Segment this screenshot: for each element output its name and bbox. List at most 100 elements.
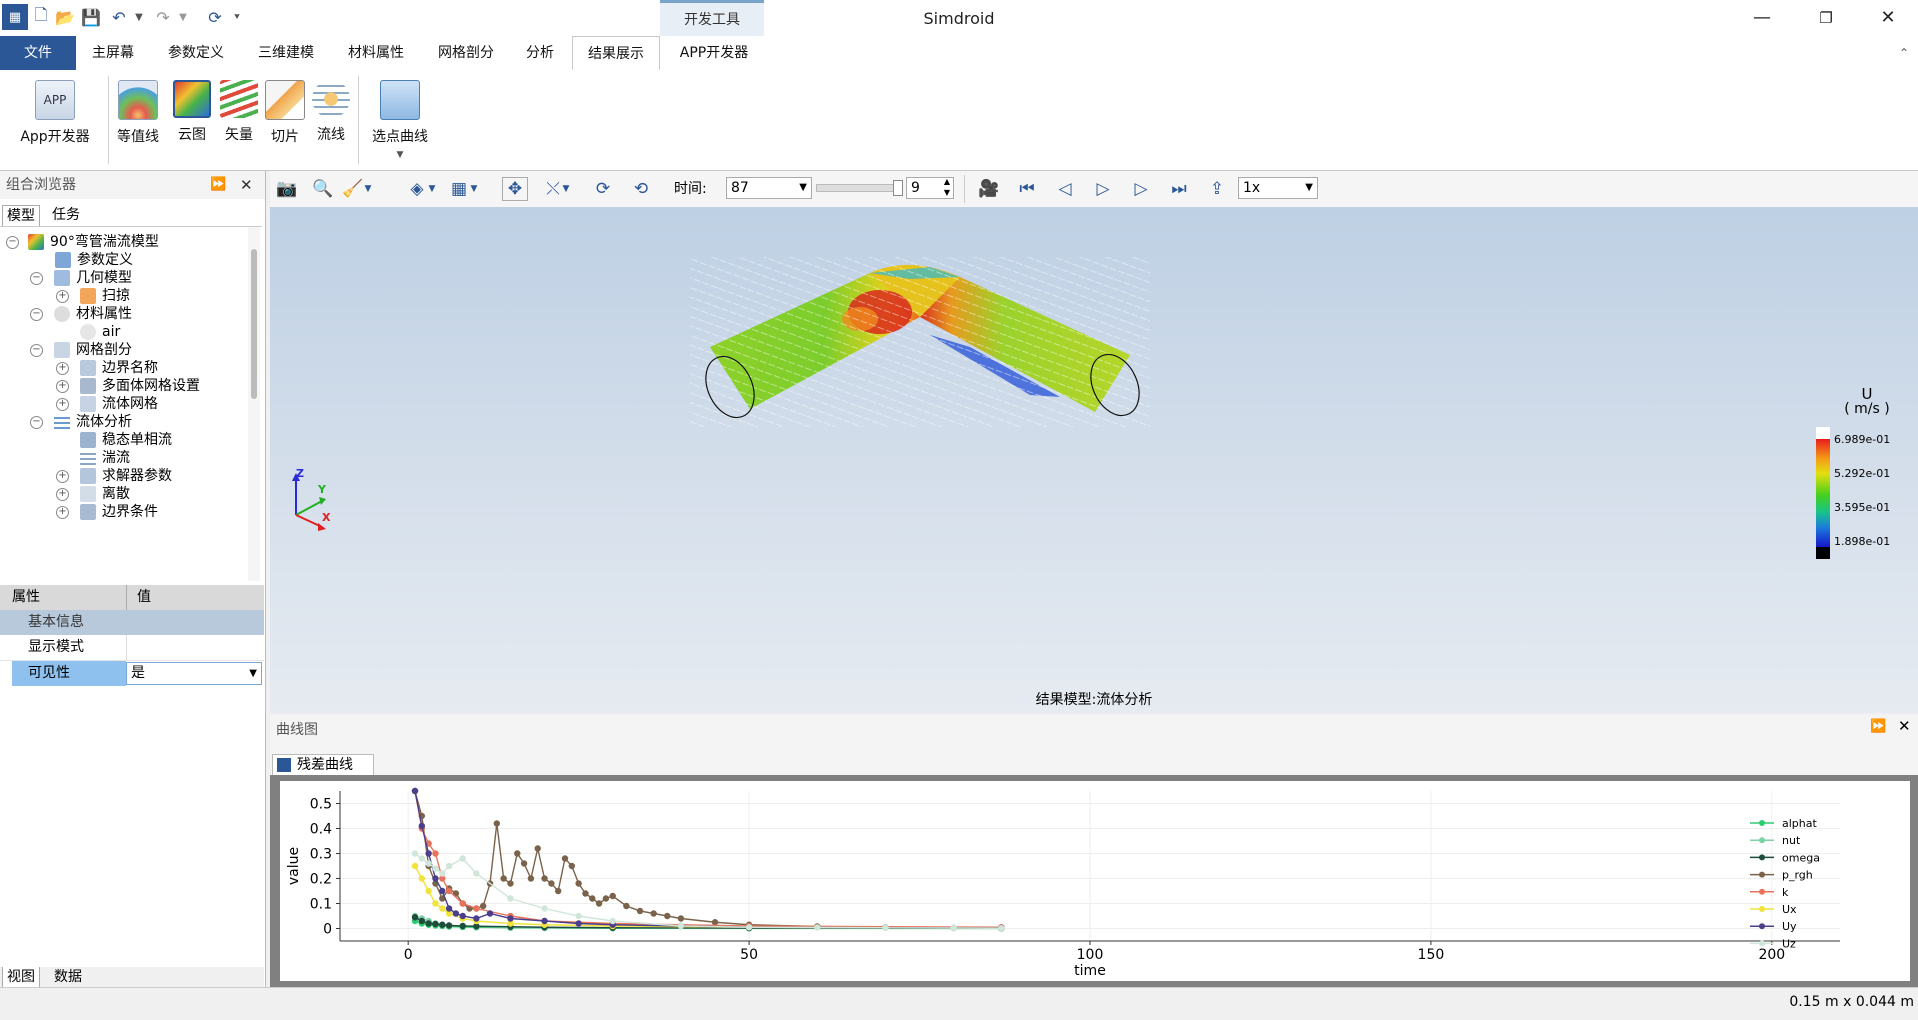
collapse-icon[interactable]: − bbox=[30, 416, 43, 429]
float-panel-icon[interactable]: ⏩ bbox=[210, 171, 226, 199]
probe-search-icon[interactable]: 🔍 bbox=[310, 177, 336, 201]
tab-model[interactable]: 模型 bbox=[2, 205, 40, 226]
property-row-display-mode[interactable]: 显示模式 bbox=[0, 635, 264, 661]
play-icon[interactable]: ▷ bbox=[1090, 177, 1116, 201]
scrollbar-thumb[interactable] bbox=[251, 249, 257, 399]
contour-button[interactable]: 等值线 bbox=[112, 80, 164, 146]
tab-app-developer[interactable]: APP开发器 bbox=[664, 36, 764, 70]
tab-meshing[interactable]: 网格剖分 bbox=[424, 36, 508, 70]
new-file-icon[interactable]: 🗋 bbox=[30, 5, 52, 28]
data-point-p_rgh bbox=[520, 860, 528, 867]
expand-icon[interactable]: + bbox=[56, 398, 69, 411]
record-video-icon[interactable]: 🎥 bbox=[974, 177, 1004, 201]
property-value[interactable] bbox=[126, 635, 263, 660]
streamline-button[interactable]: 流线 bbox=[308, 80, 354, 144]
context-tab-dev-tools[interactable]: 开发工具 bbox=[660, 0, 764, 36]
cloud-map-button[interactable]: 云图 bbox=[166, 80, 218, 144]
restore-icon[interactable]: ❐ bbox=[1798, 0, 1854, 36]
close-icon[interactable]: ✕ bbox=[1860, 0, 1916, 36]
tab-material[interactable]: 材料属性 bbox=[334, 36, 418, 70]
minimize-icon[interactable]: — bbox=[1734, 0, 1790, 36]
point-curve-button[interactable]: 选点曲线 ▼ bbox=[364, 80, 436, 160]
screenshot-camera-icon[interactable]: 📷 bbox=[274, 177, 300, 201]
expand-icon[interactable]: + bbox=[56, 290, 69, 303]
tab-residual-curve[interactable]: 残差曲线 bbox=[272, 754, 374, 775]
close-panel-icon[interactable]: ✕ bbox=[1898, 717, 1911, 735]
tab-data[interactable]: 数据 bbox=[50, 967, 86, 987]
data-point-p_rgh bbox=[575, 880, 582, 887]
chevron-down-icon[interactable]: ▼ bbox=[426, 177, 438, 201]
tab-view[interactable]: 视图 bbox=[2, 967, 40, 988]
chevron-down-icon[interactable]: ▼ bbox=[362, 177, 374, 201]
redo-dropdown-icon[interactable]: ▼ bbox=[172, 6, 194, 28]
tree-node-boundary-conditions[interactable]: + 边界条件 bbox=[56, 501, 256, 523]
data-point-omega bbox=[439, 921, 446, 928]
chevron-down-icon[interactable]: ▼ bbox=[1305, 178, 1313, 198]
legend-swatch-marker bbox=[1759, 888, 1765, 895]
chevron-down-icon[interactable]: ▼ bbox=[249, 663, 257, 684]
browser-title: 组合浏览器 bbox=[6, 177, 76, 193]
last-frame-icon[interactable]: ⏭ bbox=[1166, 177, 1192, 201]
slice-button[interactable]: 切片 bbox=[262, 80, 308, 146]
tab-file[interactable]: 文件 bbox=[0, 36, 76, 70]
vector-button[interactable]: 矢量 bbox=[216, 80, 262, 144]
close-panel-icon[interactable]: ✕ bbox=[240, 171, 253, 199]
float-panel-icon[interactable]: ⏩ bbox=[1870, 719, 1886, 734]
collapse-icon[interactable]: − bbox=[30, 272, 43, 285]
data-point-Ux bbox=[411, 862, 419, 870]
expand-icon[interactable]: + bbox=[56, 380, 69, 393]
chevron-down-icon[interactable]: ▼ bbox=[560, 177, 572, 201]
save-icon[interactable]: 💾 bbox=[80, 6, 102, 28]
visibility-select[interactable]: 是 ▼ bbox=[126, 662, 262, 685]
slider-handle[interactable] bbox=[893, 180, 903, 196]
expand-icon[interactable]: + bbox=[56, 362, 69, 375]
previous-frame-icon[interactable]: ◁ bbox=[1052, 177, 1078, 201]
undo-icon[interactable]: ↶ bbox=[108, 6, 130, 28]
solver-icon bbox=[80, 468, 96, 484]
select-value: 是 bbox=[131, 665, 145, 681]
data-point-p_rgh bbox=[554, 887, 562, 895]
tab-results[interactable]: 结果展示 bbox=[572, 36, 660, 70]
spinner-arrows-icon[interactable]: ▲ ▼ bbox=[944, 176, 950, 198]
time-slider[interactable] bbox=[816, 180, 903, 196]
3d-viewport[interactable]: Z Y X U ( m/s ) 6.989e-01 5.292e-01 3.59… bbox=[270, 207, 1918, 713]
collapse-icon[interactable]: − bbox=[30, 308, 43, 321]
expand-icon[interactable]: + bbox=[56, 506, 69, 519]
export-icon[interactable]: ⇪ bbox=[1204, 177, 1230, 201]
customize-toolbar-icon[interactable]: ⯆ bbox=[226, 6, 248, 28]
expand-icon[interactable]: + bbox=[56, 470, 69, 483]
rotate-cw-icon[interactable]: ⟳ bbox=[590, 177, 616, 201]
tab-home[interactable]: 主屏幕 bbox=[80, 36, 146, 70]
chevron-down-icon[interactable]: ▼ bbox=[468, 177, 480, 201]
dropdown-arrow-icon[interactable]: ▼ bbox=[364, 150, 436, 160]
expand-icon[interactable]: + bbox=[56, 488, 69, 501]
tab-analysis[interactable]: 分析 bbox=[514, 36, 566, 70]
collapse-icon[interactable]: − bbox=[30, 344, 43, 357]
collapse-ribbon-icon[interactable]: ⌃ bbox=[1892, 36, 1916, 70]
redo-icon[interactable]: ↷ bbox=[152, 6, 174, 28]
tree-scrollbar[interactable] bbox=[248, 227, 260, 581]
fit-view-icon[interactable]: ✥ bbox=[502, 177, 528, 201]
tab-3d-modeling[interactable]: 三维建模 bbox=[244, 36, 328, 70]
legend-above-range bbox=[1816, 427, 1830, 439]
title-bar: ▦ 🗋 📂 💾 ↶ ▼ ↷ ▼ ⟳ ⯆ 开发工具 Simdroid — ❐ ✕ bbox=[0, 0, 1918, 36]
rotate-ccw-icon[interactable]: ⟲ bbox=[628, 177, 654, 201]
legend-entry-k: k bbox=[1782, 886, 1789, 899]
undo-dropdown-icon[interactable]: ▼ bbox=[128, 6, 150, 28]
step-spinbox[interactable]: 9 ▲ ▼ bbox=[906, 177, 954, 199]
time-select[interactable]: 87 ▼ bbox=[726, 177, 812, 199]
first-frame-icon[interactable]: ⏮ bbox=[1014, 177, 1040, 201]
property-row-visibility[interactable]: 可见性 是 ▼ bbox=[0, 661, 264, 686]
app-developer-button[interactable]: APP App开发器 bbox=[10, 80, 100, 146]
collapse-icon[interactable]: − bbox=[6, 236, 19, 249]
chevron-down-icon[interactable]: ▼ bbox=[799, 178, 807, 198]
refresh-icon[interactable]: ⟳ bbox=[204, 6, 226, 28]
tree-node-material[interactable]: − 材料属性 bbox=[30, 303, 250, 325]
chart-canvas[interactable]: 0 50 100 150 200 0 0.1 0.2 0.3 0.4 0.5 time value alp… bbox=[280, 781, 1910, 981]
property-group[interactable]: 基本信息 bbox=[0, 610, 264, 635]
next-frame-icon[interactable]: ▷ bbox=[1128, 177, 1154, 201]
playback-speed-select[interactable]: 1x ▼ bbox=[1238, 177, 1318, 199]
tab-parameters[interactable]: 参数定义 bbox=[154, 36, 238, 70]
open-folder-icon[interactable]: 📂 bbox=[54, 6, 76, 28]
tab-task[interactable]: 任务 bbox=[48, 205, 84, 225]
